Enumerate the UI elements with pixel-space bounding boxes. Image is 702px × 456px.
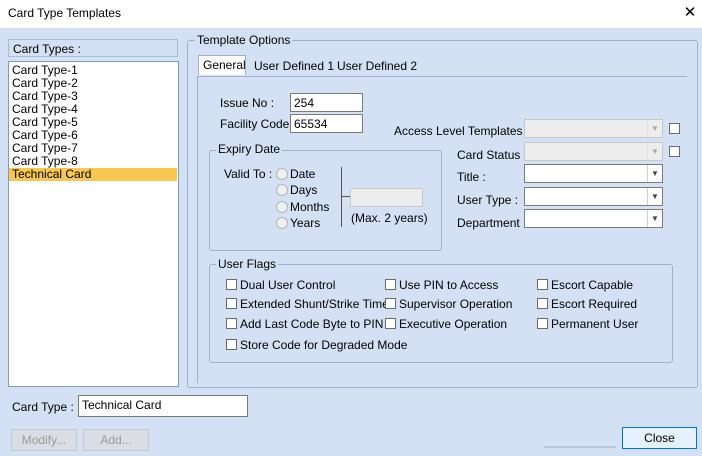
supervisor-operation-checkbox[interactable]	[385, 298, 396, 309]
radio-date[interactable]	[276, 168, 288, 180]
hidden-button-edge	[544, 446, 616, 448]
chevron-down-icon: ▼	[647, 165, 662, 182]
escort-required-label: Escort Required	[551, 297, 638, 311]
executive-operation-label: Executive Operation	[399, 317, 508, 331]
card-status-label: Card Status :	[457, 148, 528, 162]
radio-years-label: Years	[290, 216, 321, 230]
dual-user-control-checkbox[interactable]	[226, 279, 237, 290]
executive-operation-checkbox[interactable]	[385, 318, 396, 329]
card-type-name-field[interactable]: Technical Card	[78, 395, 248, 417]
escort-required-checkbox[interactable]	[537, 298, 548, 309]
user-type-label: User Type :	[457, 193, 519, 207]
facility-code-label: Facility Code :	[220, 117, 297, 131]
modify-button[interactable]: Modify...	[11, 429, 77, 451]
card-types-header-label: Card Types :	[13, 42, 81, 56]
max-duration-note: (Max. 2 years)	[351, 211, 428, 225]
close-button[interactable]: Close	[622, 427, 697, 449]
card-status-checkbox[interactable]	[669, 146, 680, 157]
permanent-user-checkbox[interactable]	[537, 318, 548, 329]
store-code-degraded-checkbox[interactable]	[226, 339, 237, 350]
title-dropdown[interactable]: ▼	[524, 164, 663, 183]
bracket-horizontal	[341, 196, 350, 197]
radio-days[interactable]	[276, 184, 288, 196]
expiry-value-field[interactable]	[350, 188, 423, 207]
use-pin-label: Use PIN to Access	[399, 278, 499, 292]
tab-user-defined-2[interactable]: User Defined 2	[333, 57, 421, 77]
add-last-code-byte-label: Add Last Code Byte to PIN	[240, 317, 384, 331]
radio-date-label: Date	[290, 167, 316, 181]
card-types-header: Card Types :	[8, 39, 178, 57]
chevron-down-icon: ▼	[647, 120, 662, 137]
escort-capable-checkbox[interactable]	[537, 279, 548, 290]
radio-years[interactable]	[276, 217, 288, 229]
access-level-templates-dropdown[interactable]: ▼	[524, 119, 663, 138]
window-title: Card Type Templates	[8, 6, 121, 20]
add-button[interactable]: Add...	[83, 429, 149, 451]
issue-no-label: Issue No :	[220, 96, 275, 110]
card-status-dropdown[interactable]: ▼	[524, 142, 663, 161]
card-types-list[interactable]: Card Type-1 Card Type-2 Card Type-3 Card…	[8, 61, 179, 387]
use-pin-checkbox[interactable]	[385, 279, 396, 290]
tab-general[interactable]: General	[198, 55, 246, 75]
template-options-legend: Template Options	[195, 33, 293, 47]
dialog-client: Card Types : Card Type-1 Card Type-2 Car…	[0, 28, 702, 456]
facility-code-field[interactable]: 65534	[290, 114, 363, 133]
list-item-selected[interactable]: Technical Card	[9, 168, 177, 181]
title-bar: Card Type Templates ✕	[0, 0, 702, 28]
chevron-down-icon: ▼	[647, 143, 662, 160]
issue-no-field[interactable]: 254	[290, 93, 363, 112]
close-icon[interactable]: ✕	[678, 2, 702, 24]
radio-months-label: Months	[290, 200, 330, 214]
chevron-down-icon: ▼	[647, 210, 662, 227]
tab-page-left-border	[197, 77, 198, 383]
extended-shunt-checkbox[interactable]	[226, 298, 237, 309]
access-level-templates-label: Access Level Templates :	[394, 124, 530, 138]
supervisor-operation-label: Supervisor Operation	[399, 297, 513, 311]
radio-months[interactable]	[276, 201, 288, 213]
department-label: Department :	[457, 216, 527, 230]
title-label: Title :	[457, 170, 486, 184]
add-last-code-byte-checkbox[interactable]	[226, 318, 237, 329]
valid-to-label: Valid To :	[224, 167, 273, 181]
tab-user-defined-1[interactable]: User Defined 1	[250, 57, 338, 77]
radio-days-label: Days	[290, 183, 318, 197]
user-flags-legend: User Flags	[216, 257, 279, 271]
store-code-degraded-label: Store Code for Degraded Mode	[240, 338, 408, 352]
bracket-vertical	[341, 167, 342, 227]
chevron-down-icon: ▼	[647, 188, 662, 205]
escort-capable-label: Escort Capable	[551, 278, 634, 292]
card-type-label: Card Type :	[12, 400, 74, 414]
expiry-date-legend: Expiry Date	[216, 142, 283, 156]
dual-user-control-label: Dual User Control	[240, 278, 336, 292]
department-dropdown[interactable]: ▼	[524, 209, 663, 228]
access-level-templates-checkbox[interactable]	[669, 123, 680, 134]
extended-shunt-label: Extended Shunt/Strike Time	[240, 297, 389, 311]
user-type-dropdown[interactable]: ▼	[524, 187, 663, 206]
permanent-user-label: Permanent User	[551, 317, 639, 331]
